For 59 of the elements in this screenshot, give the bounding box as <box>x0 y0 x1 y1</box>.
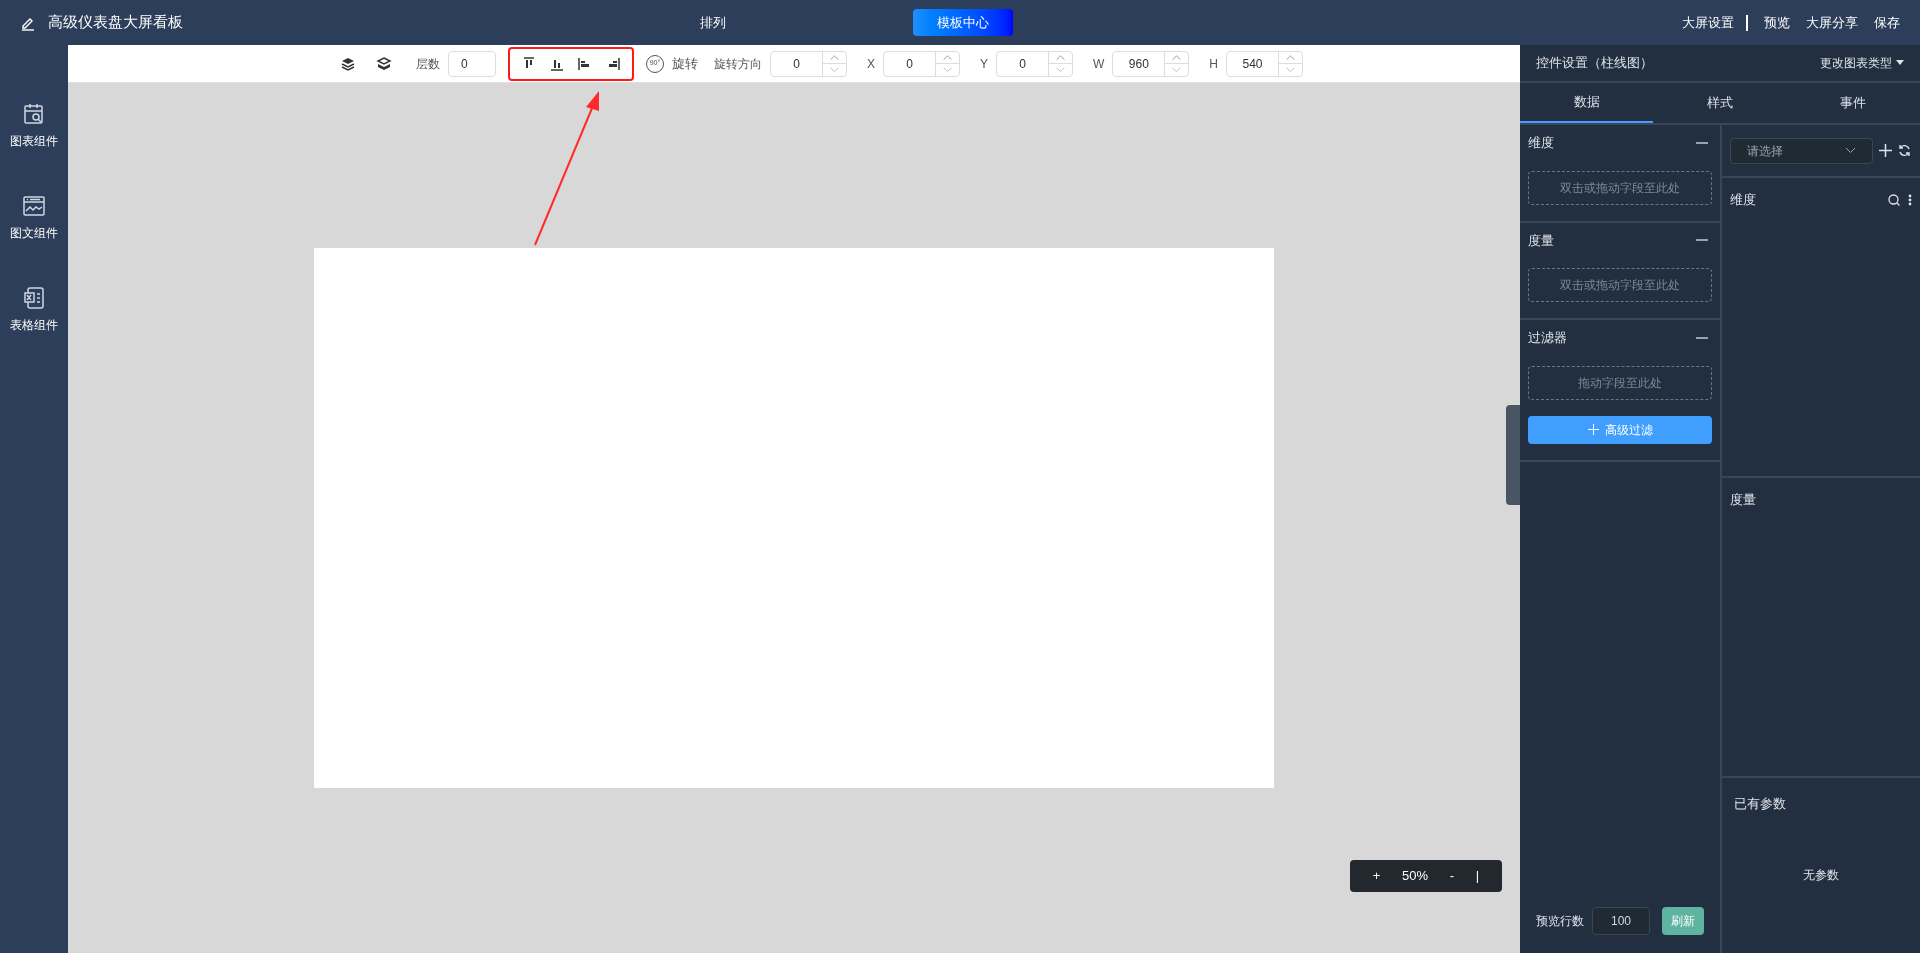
field-label: W <box>1093 55 1105 73</box>
nav-tab[interactable]: 模板中心 <box>913 9 1013 36</box>
drop-zone[interactable]: 双击或拖动字段至此处 <box>1528 170 1712 205</box>
params-heading: 已有参数 <box>1734 795 1787 813</box>
sidebar-item[interactable]: 图表组件 <box>10 132 58 150</box>
top-bar-link[interactable]: 保存 <box>1874 12 1900 33</box>
section-title: 过滤器 <box>1528 329 1567 347</box>
nav-tab[interactable]: 排列 <box>663 9 763 36</box>
measure-heading: 度量 <box>1730 492 1756 507</box>
spreadsheet-icon <box>22 286 46 310</box>
section-title: 度量 <box>1528 231 1554 250</box>
sidebar-item[interactable]: 表格组件 <box>10 316 58 334</box>
image-text-icon <box>22 194 46 218</box>
zoom-in-button[interactable]: + <box>1372 866 1381 886</box>
field-label: Y <box>980 55 989 73</box>
search-icon[interactable] <box>1888 193 1900 206</box>
field-select[interactable]: 请选择 <box>1730 137 1873 164</box>
panel-tab[interactable]: 事件 <box>1786 83 1920 123</box>
add-icon[interactable] <box>1879 144 1892 157</box>
layer-up-icon[interactable] <box>340 55 356 72</box>
chart-type-dropdown[interactable]: 更改图表类型 <box>1820 54 1904 72</box>
panel-tab[interactable]: 数据 <box>1520 83 1654 123</box>
top-bar-link[interactable]: 预览 <box>1764 12 1790 33</box>
plus-icon <box>1587 424 1599 435</box>
top-bar-link[interactable]: 大屏设置 <box>1682 12 1734 33</box>
field-label: 旋转方向 <box>714 55 762 73</box>
align-left-icon[interactable] <box>578 56 592 71</box>
layer-down-icon[interactable] <box>376 55 392 72</box>
drop-zone[interactable]: 双击或拖动字段至此处 <box>1528 268 1712 302</box>
preview-rows-label: 预览行数 <box>1536 913 1584 930</box>
collapse-handle[interactable] <box>1506 405 1520 505</box>
calendar-search-icon <box>22 102 46 126</box>
chevron-down-icon <box>1845 147 1856 154</box>
section-title: 维度 <box>1528 134 1554 152</box>
collapse-icon[interactable] <box>1696 141 1708 144</box>
zoom-level: 50% <box>1402 867 1429 886</box>
dimension-heading: 维度 <box>1730 191 1756 209</box>
more-icon[interactable] <box>1908 193 1912 206</box>
divider-glyph: | <box>1475 867 1480 886</box>
app-title: 高级仪表盘大屏看板 <box>48 12 183 33</box>
refresh-icon[interactable] <box>1898 144 1911 157</box>
layer-input[interactable]: 0 <box>448 50 496 77</box>
rotate-label: 旋转 <box>672 54 698 73</box>
align-top-icon[interactable] <box>522 56 536 71</box>
field-label: H <box>1209 55 1219 73</box>
caret-icon <box>1896 60 1904 66</box>
collapse-icon[interactable] <box>1696 239 1708 242</box>
layer-label: 层数 <box>416 55 440 73</box>
preview-rows-input[interactable]: 100 <box>1592 907 1650 935</box>
field-label: X <box>867 55 875 73</box>
align-right-icon[interactable] <box>606 56 620 71</box>
panel-title: 控件设置（柱线图） <box>1536 54 1653 73</box>
drop-zone[interactable]: 拖动字段至此处 <box>1528 365 1712 400</box>
zoom-out-button[interactable]: - <box>1449 866 1455 886</box>
sidebar-item[interactable]: 图文组件 <box>10 224 58 242</box>
panel-tab[interactable]: 样式 <box>1653 83 1787 123</box>
collapse-icon[interactable] <box>1696 336 1708 339</box>
empty-params-text: 无参数 <box>1803 866 1839 884</box>
top-bar-link[interactable]: 大屏分享 <box>1806 12 1858 33</box>
